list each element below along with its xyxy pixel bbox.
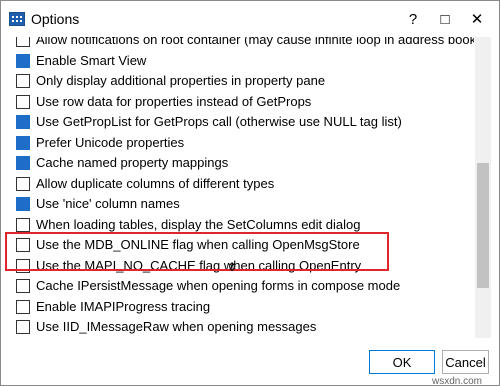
option-label: Use 'nice' column names: [36, 196, 180, 211]
option-row[interactable]: Use 'nice' column names: [9, 195, 469, 215]
option-row[interactable]: Cache named property mappings: [9, 154, 469, 174]
option-checkbox[interactable]: [16, 299, 30, 314]
watermark: wsxdn.com: [432, 376, 483, 386]
option-row[interactable]: Enable Smart View: [9, 52, 469, 72]
option-checkbox[interactable]: [16, 135, 30, 150]
option-row[interactable]: Use GetPropList for GetProps call (other…: [9, 113, 469, 133]
window-title: Options: [31, 11, 80, 27]
option-label: Enable Smart View: [36, 52, 147, 68]
option-row[interactable]: Allow duplicate columns of different typ…: [9, 175, 469, 195]
option-checkbox[interactable]: [16, 37, 30, 47]
option-checkbox[interactable]: [16, 320, 30, 334]
options-app-icon: [9, 12, 25, 26]
options-list: Allow notifications on root container (m…: [9, 37, 474, 338]
option-label: Cache named property mappings: [36, 155, 229, 170]
option-checkbox[interactable]: [16, 176, 30, 191]
option-checkbox[interactable]: [16, 74, 30, 88]
close-icon[interactable]: ✕: [465, 7, 489, 31]
option-row[interactable]: Allow notifications on root container (m…: [9, 37, 474, 51]
cancel-button[interactable]: Cancel: [442, 350, 489, 374]
maximize-icon[interactable]: □: [433, 7, 457, 31]
option-label: Allow duplicate columns of different typ…: [36, 175, 275, 191]
options-dialog: Options ? □ ✕ Allow notifications on roo…: [0, 0, 500, 386]
title-bar: Options ? □ ✕: [1, 1, 499, 37]
option-label: Enable IMAPIProgress tracing: [36, 298, 211, 314]
option-row[interactable]: Prefer Unicode properties: [9, 134, 469, 154]
option-checkbox[interactable]: [16, 115, 30, 129]
option-checkbox[interactable]: [16, 156, 30, 170]
option-label: Use GetPropList for GetProps call (other…: [36, 114, 402, 129]
option-label: Use row data for properties instead of G…: [36, 93, 312, 109]
option-label: Allow notifications on root container (m…: [36, 37, 474, 47]
help-icon[interactable]: ?: [401, 7, 425, 31]
option-label: Only display additional properties in pr…: [36, 73, 326, 88]
option-checkbox[interactable]: [16, 279, 30, 293]
option-checkbox[interactable]: [16, 197, 30, 211]
option-label: Use IID_IMessageRaw when opening message…: [36, 319, 317, 334]
option-row[interactable]: Only display additional properties in pr…: [9, 72, 469, 92]
option-row[interactable]: Use IID_IMessageRaw when opening message…: [9, 318, 469, 338]
highlight-box: [5, 232, 389, 271]
option-row[interactable]: Enable IMAPIProgress tracing: [9, 298, 469, 318]
scrollbar-thumb[interactable]: [477, 163, 489, 288]
option-label: Prefer Unicode properties: [36, 134, 185, 150]
mouse-cursor-icon: ⇕: [227, 260, 238, 274]
option-checkbox[interactable]: [16, 94, 30, 109]
option-row[interactable]: Use row data for properties instead of G…: [9, 93, 469, 113]
option-checkbox[interactable]: [16, 217, 30, 232]
option-label: Cache IPersistMessage when opening forms…: [36, 278, 401, 293]
option-row[interactable]: Cache IPersistMessage when opening forms…: [9, 277, 469, 297]
ok-button[interactable]: OK: [369, 350, 435, 374]
option-label: When loading tables, display the SetColu…: [36, 216, 361, 232]
option-checkbox[interactable]: [16, 53, 30, 68]
